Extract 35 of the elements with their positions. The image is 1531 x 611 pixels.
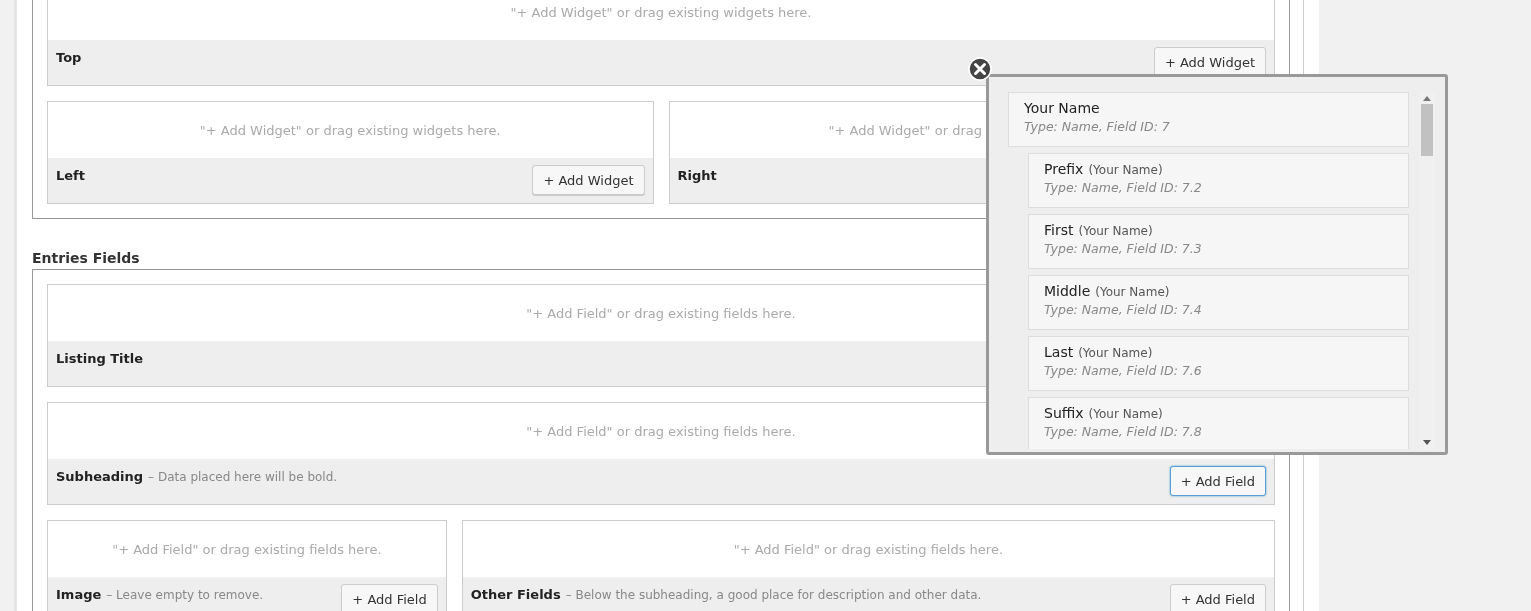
zone-label: Left xyxy=(56,168,85,183)
field-name: Last xyxy=(1044,344,1074,360)
field-type: Type: Name, Field ID: 7.6 xyxy=(1044,363,1203,378)
zone-label: Subheading xyxy=(56,469,144,484)
field-type: Type: Name, Field ID: 7.4 xyxy=(1044,302,1203,317)
zone-hint: – Below the subheading, a good place for description and other data. xyxy=(565,588,982,602)
field-name: Middle xyxy=(1044,283,1091,299)
drop-hint: "+ Add Field" or drag existing fields here. xyxy=(526,423,796,439)
zone-label: Right xyxy=(677,168,717,183)
drop-hint: "+ Add Field" or drag existing fields here. xyxy=(733,541,1004,557)
field-name: Prefix xyxy=(1044,161,1084,177)
drop-hint: "+ Add Field" or drag existing fields here. xyxy=(526,305,796,321)
zone-label: Image xyxy=(56,587,102,602)
drop-hint: "+ Add Widget" or drag existing widgets here. xyxy=(199,122,501,138)
zone-label: Listing Title xyxy=(56,351,144,366)
zone-hint: – Leave empty to remove. xyxy=(106,588,264,602)
drop-hint: "+ Add Widget" or drag existing widgets here. xyxy=(510,4,812,20)
section-title: Entries Fields xyxy=(32,249,140,267)
field-type: Type: Name, Field ID: 7.2 xyxy=(1044,180,1203,195)
field-type: Type: Name, Field ID: 7 xyxy=(1024,119,1171,134)
parent-field: (Your Name) xyxy=(1078,224,1153,238)
parent-field: (Your Name) xyxy=(1078,346,1153,360)
zone-label: Top xyxy=(56,50,82,65)
parent-field: (Your Name) xyxy=(1088,407,1163,421)
field-name: Your Name xyxy=(1024,100,1100,116)
drop-hint: "+ Add Field" or drag existing fields here. xyxy=(112,541,382,557)
drop-hint: "+ Add Widget" or drag xyxy=(828,122,982,138)
zone-label: Other Fields xyxy=(470,587,561,602)
zone-hint: – Data placed here will be bold. xyxy=(148,470,338,484)
parent-field: (Your Name) xyxy=(1095,285,1170,299)
field-type: Type: Name, Field ID: 7.8 xyxy=(1044,424,1203,439)
field-type: Type: Name, Field ID: 7.3 xyxy=(1044,241,1203,256)
field-name: Suffix xyxy=(1044,405,1084,421)
parent-field: (Your Name) xyxy=(1088,163,1163,177)
field-name: First xyxy=(1044,222,1074,238)
